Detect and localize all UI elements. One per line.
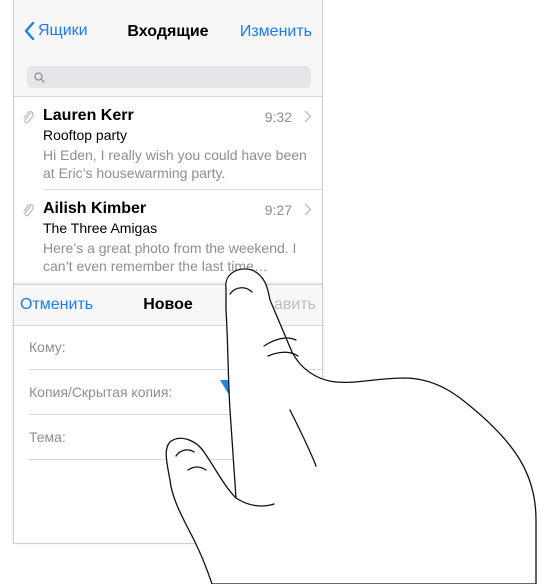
hand-illustration <box>165 268 537 584</box>
